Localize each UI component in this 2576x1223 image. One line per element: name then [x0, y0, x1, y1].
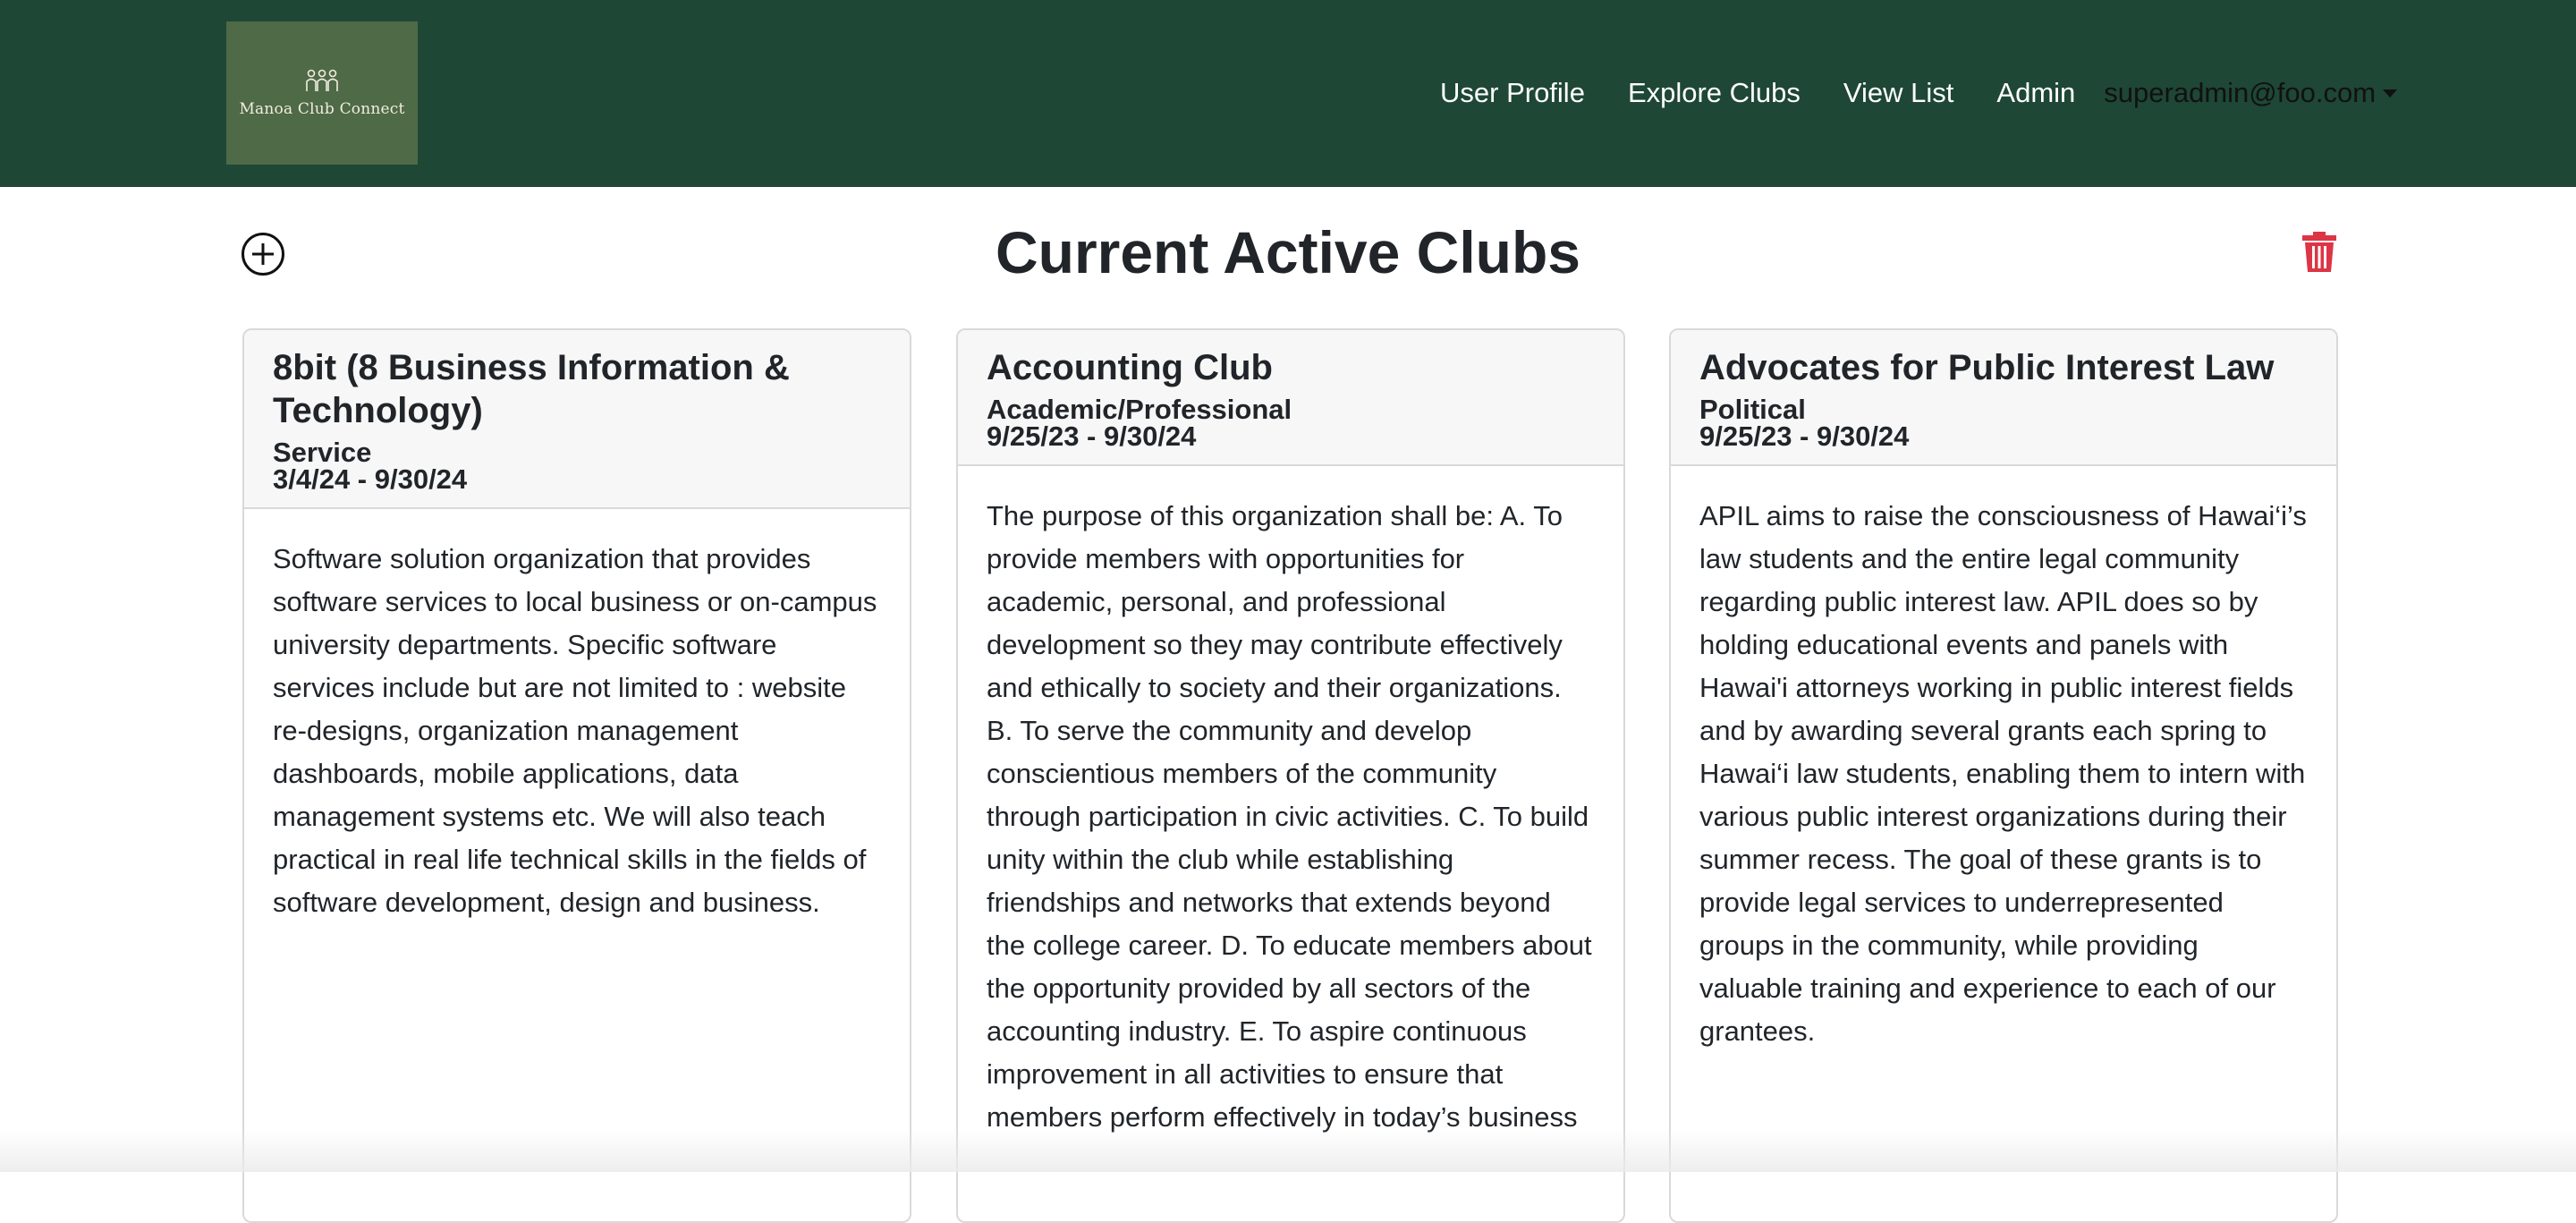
- club-dates: 3/4/24 - 9/30/24: [273, 463, 468, 495]
- nav-link-view-list[interactable]: View List: [1843, 77, 1954, 109]
- club-type: Political: [1699, 394, 1806, 425]
- card-header: 8bit (8 Business Information & Technolog…: [244, 330, 910, 509]
- club-name: 8bit (8 Business Information & Technolog…: [273, 348, 790, 430]
- chevron-down-icon: [2383, 89, 2398, 98]
- nav-links: User Profile Explore Clubs View List Adm…: [1440, 73, 2398, 113]
- club-type: Service: [273, 437, 372, 468]
- club-dates: 9/25/23 - 9/30/24: [1699, 420, 1910, 452]
- logo-text: Manoa Club Connect: [239, 100, 405, 118]
- club-card: Advocates for Public Interest Law Politi…: [1669, 328, 2338, 1223]
- card-header: Accounting Club Academic/Professional 9/…: [958, 330, 1623, 466]
- people-group-icon: [306, 69, 338, 91]
- club-description: Software solution organization that prov…: [273, 543, 877, 918]
- club-type: Academic/Professional: [987, 394, 1292, 425]
- nav-link-explore-clubs[interactable]: Explore Clubs: [1628, 77, 1801, 109]
- club-name: Advocates for Public Interest Law: [1699, 348, 2275, 387]
- card-header: Advocates for Public Interest Law Politi…: [1671, 330, 2336, 466]
- trash-icon[interactable]: [2301, 229, 2338, 274]
- user-email: superadmin@foo.com: [2104, 77, 2377, 108]
- nav-link-admin[interactable]: Admin: [1996, 77, 2075, 109]
- scroll-shadow: [0, 1129, 2576, 1172]
- club-card: 8bit (8 Business Information & Technolog…: [242, 328, 911, 1223]
- user-dropdown[interactable]: superadmin@foo.com: [2104, 77, 2398, 109]
- club-dates: 9/25/23 - 9/30/24: [987, 420, 1197, 452]
- site-logo[interactable]: Manoa Club Connect: [226, 21, 418, 165]
- club-description: The purpose of this organization shall b…: [987, 500, 1592, 1133]
- navbar: Manoa Club Connect User Profile Explore …: [0, 0, 2576, 187]
- club-card: Accounting Club Academic/Professional 9/…: [956, 328, 1625, 1223]
- club-description: APIL aims to raise the consciousness of …: [1699, 500, 2307, 1047]
- club-name: Accounting Club: [987, 348, 1273, 387]
- page-title: Current Active Clubs: [995, 219, 1580, 285]
- nav-link-user-profile[interactable]: User Profile: [1440, 77, 1585, 109]
